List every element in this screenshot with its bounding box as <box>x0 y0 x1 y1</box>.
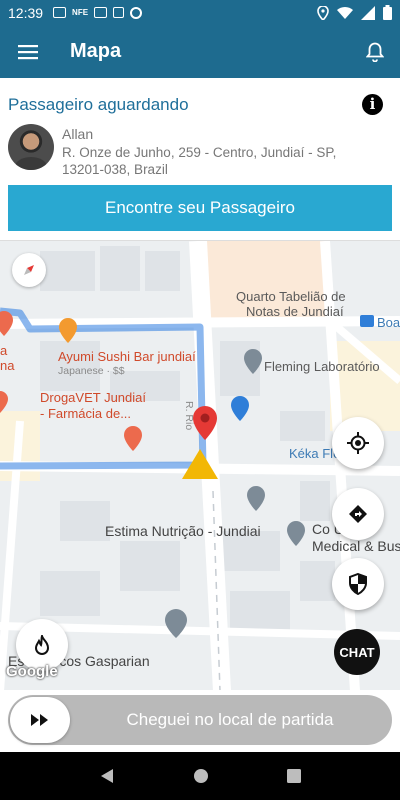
slider-knob[interactable] <box>10 697 70 743</box>
status-right-icons <box>317 5 392 20</box>
my-location-button[interactable] <box>332 417 384 469</box>
wifi-icon <box>337 7 353 19</box>
hamburger-menu-icon[interactable] <box>0 25 56 78</box>
map-label-street: R. Rio <box>183 401 195 431</box>
arrival-slider-container: Cheguei no local de partida <box>0 690 400 752</box>
map-view[interactable]: Quarto Tabelião de Notas de Jundiaí Boa … <box>0 240 400 690</box>
map-label-estima: Estima Nutrição - Jundiai <box>105 523 261 539</box>
home-icon[interactable] <box>193 768 209 784</box>
map-label-drogavet1: DrogaVET Jundiaí <box>40 390 146 405</box>
map-label-ayumi-sub: Japanese · $$ <box>58 365 125 377</box>
map-label-medical: Medical & Bus <box>312 538 400 554</box>
recents-icon[interactable] <box>287 769 301 783</box>
shield-icon <box>349 573 367 595</box>
app-bar: Mapa <box>0 25 400 78</box>
status-left-icons: NFE <box>53 6 143 19</box>
bell-icon[interactable] <box>350 25 400 78</box>
info-icon[interactable]: i <box>362 94 383 115</box>
map-label-fleming: Fleming Laboratório <box>264 359 380 374</box>
screen: 12:39 NFE Mapa Passageiro aguardando i A… <box>0 0 400 800</box>
map-label-quarto: Quarto Tabelião de <box>236 289 346 304</box>
facebook-icon <box>53 7 67 18</box>
page-title: Mapa <box>70 40 122 62</box>
gallery-icon <box>94 7 108 18</box>
battery-icon <box>383 5 392 20</box>
passenger-name: Allan <box>62 126 94 142</box>
status-time: 12:39 <box>8 4 44 21</box>
map-label-notas: Notas de Jundiaí <box>246 304 344 319</box>
google-logo: Google <box>6 663 58 680</box>
map-label-left-a: a <box>0 343 8 358</box>
fast-forward-icon <box>31 714 48 726</box>
back-icon[interactable] <box>99 768 115 784</box>
slider-label: Cheguei no local de partida <box>126 710 334 729</box>
map-label-boa: Boa <box>377 315 400 330</box>
map-label-left-na: na <box>0 358 15 373</box>
safety-button[interactable] <box>332 558 384 610</box>
vpn-icon <box>130 6 143 19</box>
signal-icon <box>361 5 375 20</box>
arrival-slider[interactable]: Cheguei no local de partida <box>8 695 392 745</box>
passenger-address: R. Onze de Junho, 259 - Centro, Jundiaí … <box>62 145 337 177</box>
map-label-drogavet2: - Farmácia de... <box>40 406 132 421</box>
compass-icon[interactable] <box>12 253 46 287</box>
passenger-card-title: Passageiro aguardando <box>8 95 189 114</box>
crosshair-icon <box>347 432 369 454</box>
sd-card-icon <box>113 7 125 18</box>
system-nav-bar <box>0 752 400 800</box>
map-label-ayumi: Ayumi Sushi Bar jundiaí <box>58 349 196 364</box>
passenger-card: Passageiro aguardando i Allan R. Onze de… <box>0 78 400 240</box>
directions-icon <box>349 505 367 523</box>
flame-icon <box>34 635 50 655</box>
location-icon <box>317 5 329 20</box>
find-passenger-button[interactable]: Encontre seu Passageiro <box>8 185 392 231</box>
chat-button[interactable]: CHAT <box>334 629 380 675</box>
directions-button[interactable] <box>332 488 384 540</box>
status-bar: 12:39 NFE <box>0 0 400 25</box>
avatar <box>8 124 54 170</box>
nfe-icon: NFE <box>72 8 89 17</box>
